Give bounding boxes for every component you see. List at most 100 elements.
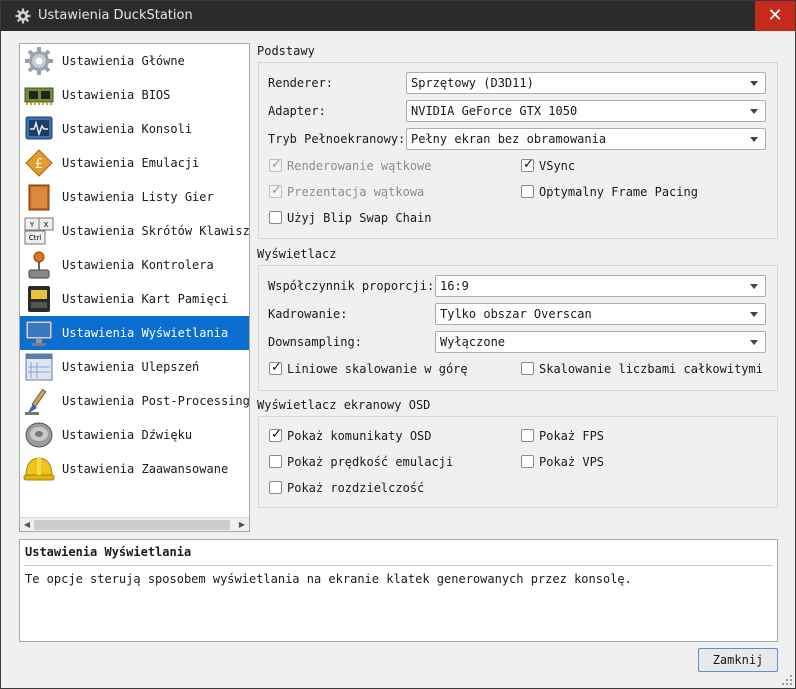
sidebar-item-label: Ustawienia Wyświetlania xyxy=(62,326,229,340)
bios-chip-icon xyxy=(24,87,54,105)
resize-grip-icon[interactable] xyxy=(782,675,792,685)
sidebar-item-label: Ustawienia Dźwięku xyxy=(62,428,193,442)
scrollbar-thumb[interactable] xyxy=(34,520,230,530)
aspect-ratio-select[interactable]: 16:9 xyxy=(435,275,766,297)
crop-value: Tylko obszar Overscan xyxy=(440,307,592,321)
settings-category-list[interactable]: Ustawienia Główne Ustawienia BIOS Ustawi… xyxy=(19,43,250,532)
svg-text:X: X xyxy=(44,221,49,229)
threaded-presentation-label: Prezentacja wątkowa xyxy=(287,185,425,199)
sidebar-item-label: Ustawienia Kontrolera xyxy=(62,258,214,272)
description-title: Ustawienia Wyświetlania xyxy=(25,545,192,559)
emulation-diamond-icon: £ xyxy=(25,149,53,177)
svg-text:£: £ xyxy=(35,157,43,172)
chevron-down-icon xyxy=(750,312,758,317)
renderer-value: Sprzętowy (D3D11) xyxy=(411,76,534,90)
sidebar-item-label: Ustawienia BIOS xyxy=(62,88,171,102)
enhancements-window-icon xyxy=(25,353,53,381)
scroll-right-icon[interactable]: ▶ xyxy=(236,519,248,531)
optimal-frame-pacing-label: Optymalny Frame Pacing xyxy=(539,185,698,199)
description-divider xyxy=(24,565,773,566)
hotkeys-keyboard-icon: Y X Ctrl xyxy=(24,217,54,245)
basics-group-title: Podstawy xyxy=(257,44,315,58)
adapter-select[interactable]: NVIDIA GeForce GTX 1050 xyxy=(406,100,766,122)
fullscreen-mode-label: Tryb Pełnoekranowy: xyxy=(268,132,406,146)
chevron-down-icon xyxy=(750,81,758,86)
show-osd-messages-label: Pokaż komunikaty OSD xyxy=(287,429,432,443)
show-fps-label: Pokaż FPS xyxy=(539,429,605,443)
window-close-button[interactable]: ✕ xyxy=(755,1,795,31)
display-monitor-icon xyxy=(25,320,53,346)
linear-upscaling-label: Liniowe skalowanie w górę xyxy=(287,362,468,376)
console-monitor-icon xyxy=(25,116,53,140)
vsync-label: VSync xyxy=(539,159,576,173)
adapter-value: NVIDIA GeForce GTX 1050 xyxy=(411,104,578,118)
check-icon: ✓ xyxy=(271,427,282,442)
game-list-folder-icon xyxy=(28,184,50,211)
downsampling-select[interactable]: Wyłączone xyxy=(435,331,766,353)
svg-text:Ctrl: Ctrl xyxy=(29,234,42,242)
show-emulation-speed-label: Pokaż prędkość emulacji xyxy=(287,455,454,469)
check-icon: ✓ xyxy=(271,360,282,375)
sidebar-item-enhancements[interactable]: Ustawienia Ulepszeń xyxy=(20,350,249,384)
general-settings-gear-icon xyxy=(25,47,53,75)
chevron-down-icon xyxy=(750,109,758,114)
sidebar-item-label: Ustawienia Skrótów Klawiszowych xyxy=(62,224,249,238)
controller-joystick-icon xyxy=(28,251,50,279)
chevron-down-icon xyxy=(750,340,758,345)
sidebar-item-game-list[interactable]: Ustawienia Listy Gier xyxy=(20,180,249,214)
advanced-helmet-icon xyxy=(23,457,55,481)
show-resolution-label: Pokaż rozdzielczość xyxy=(287,481,425,495)
renderer-label: Renderer: xyxy=(268,76,334,90)
sidebar-item-hotkeys[interactable]: Y X Ctrl Ustawienia Skrótów Klawiszowych xyxy=(20,214,249,248)
check-icon: ✓ xyxy=(271,157,282,172)
crop-select[interactable]: Tylko obszar Overscan xyxy=(435,303,766,325)
sidebar-item-emulation[interactable]: £ Ustawienia Emulacji xyxy=(20,146,249,180)
sidebar-item-label: Ustawienia Kart Pamięci xyxy=(62,292,229,306)
sidebar-item-label: Ustawienia Post-Processingu xyxy=(62,394,249,408)
sidebar-item-memory-cards[interactable]: Ustawienia Kart Pamięci xyxy=(20,282,249,316)
description-panel: Ustawienia Wyświetlania Te opcje sterują… xyxy=(19,539,778,642)
integer-scaling-label: Skalowanie liczbami całkowitymi xyxy=(539,362,763,376)
sidebar-item-bios[interactable]: Ustawienia BIOS xyxy=(20,78,249,112)
description-text: Te opcje sterują sposobem wyświetlania n… xyxy=(25,572,632,586)
aspect-ratio-label: Współczynnik proporcji: xyxy=(268,279,435,293)
sidebar-item-advanced[interactable]: Ustawienia Zaawansowane xyxy=(20,452,249,486)
sidebar-item-display[interactable]: Ustawienia Wyświetlania xyxy=(20,316,249,350)
chevron-down-icon xyxy=(750,137,758,142)
sidebar-item-post-processing[interactable]: Ustawienia Post-Processingu xyxy=(20,384,249,418)
show-vps-label: Pokaż VPS xyxy=(539,455,605,469)
sidebar-item-console[interactable]: Ustawienia Konsoli xyxy=(20,112,249,146)
adapter-label: Adapter: xyxy=(268,104,326,118)
check-icon: ✓ xyxy=(271,183,282,198)
sidebar-item-label: Ustawienia Emulacji xyxy=(62,156,200,170)
threaded-rendering-label: Renderowanie wątkowe xyxy=(287,159,432,173)
renderer-select[interactable]: Sprzętowy (D3D11) xyxy=(406,72,766,94)
sidebar-item-controller[interactable]: Ustawienia Kontrolera xyxy=(20,248,249,282)
sidebar-item-label: Ustawienia Zaawansowane xyxy=(62,462,229,476)
check-icon: ✓ xyxy=(523,157,534,172)
display-group-title: Wyświetlacz xyxy=(257,247,337,261)
sidebar-item-general[interactable]: Ustawienia Główne xyxy=(20,44,249,78)
window-title: Ustawienia DuckStation xyxy=(38,8,193,23)
blip-swap-chain-label: Użyj Blip Swap Chain xyxy=(287,211,432,225)
svg-text:Y: Y xyxy=(29,221,35,229)
settings-gear-icon xyxy=(15,8,31,24)
osd-group-title: Wyświetlacz ekranowy OSD xyxy=(257,398,431,412)
fullscreen-mode-value: Pełny ekran bez obramowania xyxy=(411,132,607,146)
audio-speaker-icon xyxy=(25,422,53,448)
chevron-down-icon xyxy=(750,284,758,289)
sidebar-item-label: Ustawienia Listy Gier xyxy=(62,190,214,204)
crop-label: Kadrowanie: xyxy=(268,307,348,321)
sidebar-item-label: Ustawienia Ulepszeń xyxy=(62,360,200,374)
sidebar-item-label: Ustawienia Konsoli xyxy=(62,122,193,136)
downsampling-value: Wyłączone xyxy=(440,335,506,349)
post-processing-brush-icon xyxy=(25,388,47,415)
sidebar-horizontal-scrollbar[interactable]: ◀ ▶ xyxy=(20,517,249,531)
downsampling-label: Downsampling: xyxy=(268,335,362,349)
memory-card-icon xyxy=(28,286,50,312)
scroll-left-icon[interactable]: ◀ xyxy=(21,519,33,531)
sidebar-item-audio[interactable]: Ustawienia Dźwięku xyxy=(20,418,249,452)
title-bar: Ustawienia DuckStation ✕ xyxy=(1,1,795,31)
close-button[interactable]: Zamknij xyxy=(698,648,778,672)
fullscreen-mode-select[interactable]: Pełny ekran bez obramowania xyxy=(406,128,766,150)
